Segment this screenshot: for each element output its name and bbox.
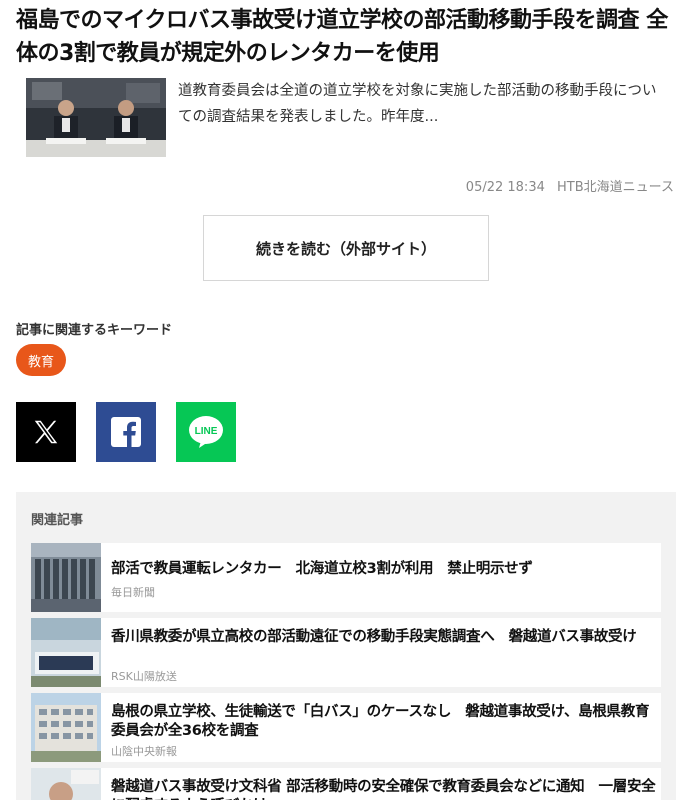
read-more-button[interactable]: 続きを読む（外部サイト） (203, 215, 489, 281)
article-source: HTB北海道ニュース (557, 180, 674, 195)
related-thumbnail (31, 768, 101, 800)
article-thumbnail[interactable] (26, 78, 166, 157)
related-source: 毎日新聞 (111, 586, 155, 599)
article-summary: 道教育委員会は全道の道立学校を対象に実施した部活動の移動手段についての調査結果を… (178, 83, 657, 125)
x-logo-icon (34, 420, 58, 444)
facebook-logo-icon (111, 417, 141, 447)
article-meta: 05/22 18:34 HTB北海道ニュース (466, 176, 674, 195)
related-heading: 関連記事 (31, 513, 84, 528)
related-source: RSK山陽放送 (111, 670, 177, 683)
share-facebook-button[interactable] (96, 402, 156, 462)
related-item[interactable]: 香川県教委が県立高校の部活動遠征での移動手段実態調査へ 磐越道バス事故受け RS… (31, 618, 661, 687)
related-title: 部活で教員運転レンタカー 北海道立校3割が利用 禁止明示せず (111, 561, 533, 577)
keywords-heading: 記事に関連するキーワード (16, 323, 173, 338)
keyword-tag[interactable]: 教育 (16, 344, 67, 376)
related-item[interactable]: 部活で教員運転レンタカー 北海道立校3割が利用 禁止明示せず 毎日新聞 (31, 543, 661, 612)
related-title: 磐越道バス事故受け文科省 部活移動時の安全確保で教育委員会などに通知 一層安全に… (111, 779, 656, 800)
related-thumbnail (31, 693, 101, 762)
line-logo-icon: LINE (189, 416, 223, 448)
article-title: 福島でのマイクロバス事故受け道立学校の部活動移動手段を調査 全体の3割で教員が規… (16, 8, 668, 66)
related-item[interactable]: 島根の県立学校、生徒輸送で「白バス」のケースなし 磐越道事故受け、島根県教育委員… (31, 693, 661, 762)
related-title: 島根の県立学校、生徒輸送で「白バス」のケースなし 磐越道事故受け、島根県教育委員… (111, 704, 650, 739)
share-x-button[interactable] (16, 402, 76, 462)
related-item[interactable]: 磐越道バス事故受け文科省 部活移動時の安全確保で教育委員会などに通知 一層安全に… (31, 768, 661, 800)
related-thumbnail (31, 618, 101, 687)
related-articles: 関連記事 部活で教員運転レンタカー 北海道立校3割が利用 禁止明示せず 毎日新聞 (16, 492, 676, 800)
share-line-button[interactable]: LINE (176, 402, 236, 462)
related-source: 山陰中央新報 (111, 745, 177, 758)
related-thumbnail (31, 543, 101, 612)
related-title: 香川県教委が県立高校の部活動遠征での移動手段実態調査へ 磐越道バス事故受け (111, 629, 637, 645)
line-logo-text: LINE (195, 426, 218, 437)
article-date: 05/22 18:34 (465, 180, 545, 195)
